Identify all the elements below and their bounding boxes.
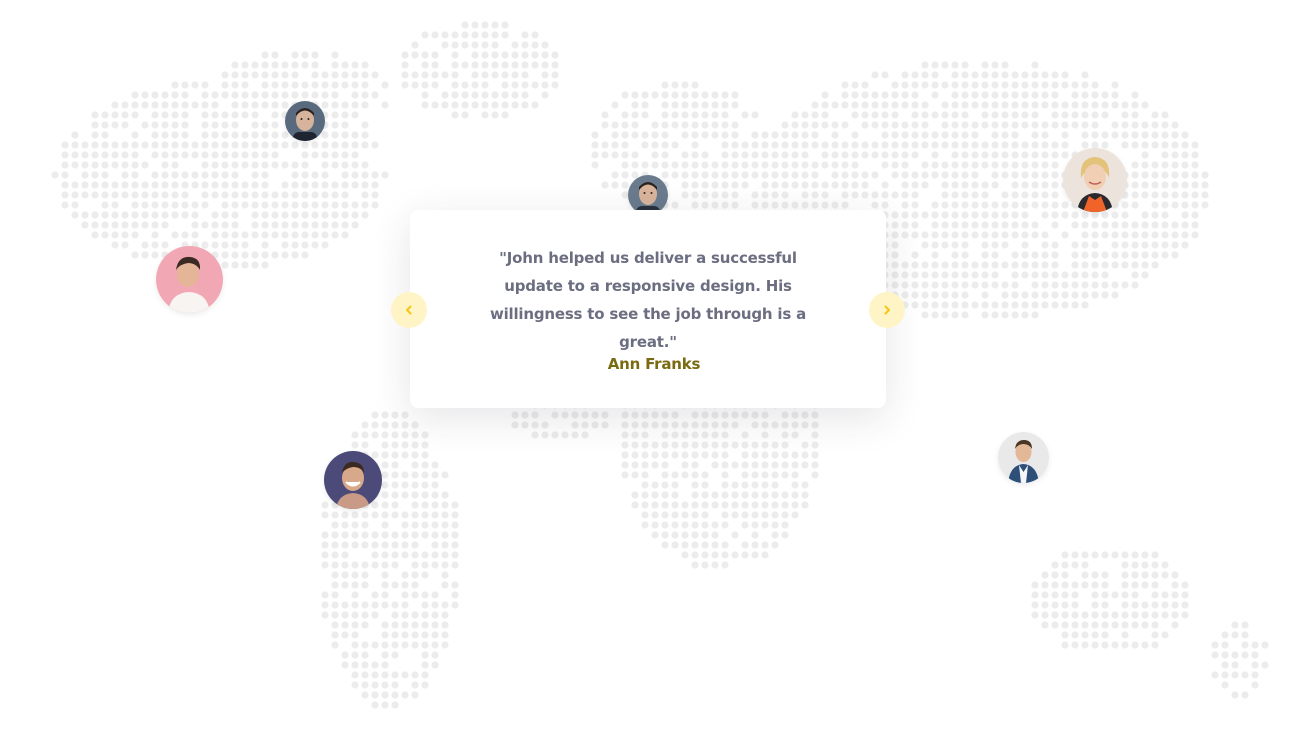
avatar-asia-suit-man[interactable] [998,432,1049,483]
testimonial-author: Ann Franks [607,355,701,373]
avatar-pink-background-man[interactable] [156,246,223,313]
avatar-south-america-smiling-man[interactable] [324,451,382,509]
person-photo-icon [998,432,1049,483]
avatar-north-america-man[interactable] [285,101,325,141]
avatar-active-testimonial[interactable] [628,175,668,215]
next-testimonial-button[interactable] [869,292,905,328]
person-photo-icon [324,451,382,509]
person-photo-icon [628,175,668,215]
person-photo-icon [156,246,223,313]
chevron-right-icon [884,305,890,315]
chevron-left-icon [406,305,412,315]
avatar-europe-woman[interactable] [1063,148,1127,212]
testimonial-section: "John helped us deliver a successful upd… [0,0,1296,730]
previous-testimonial-button[interactable] [391,292,427,328]
person-photo-icon [1063,148,1127,212]
testimonial-quote: "John helped us deliver a successful upd… [489,249,807,351]
testimonial-card: "John helped us deliver a successful upd… [410,210,886,408]
person-photo-icon [285,101,325,141]
